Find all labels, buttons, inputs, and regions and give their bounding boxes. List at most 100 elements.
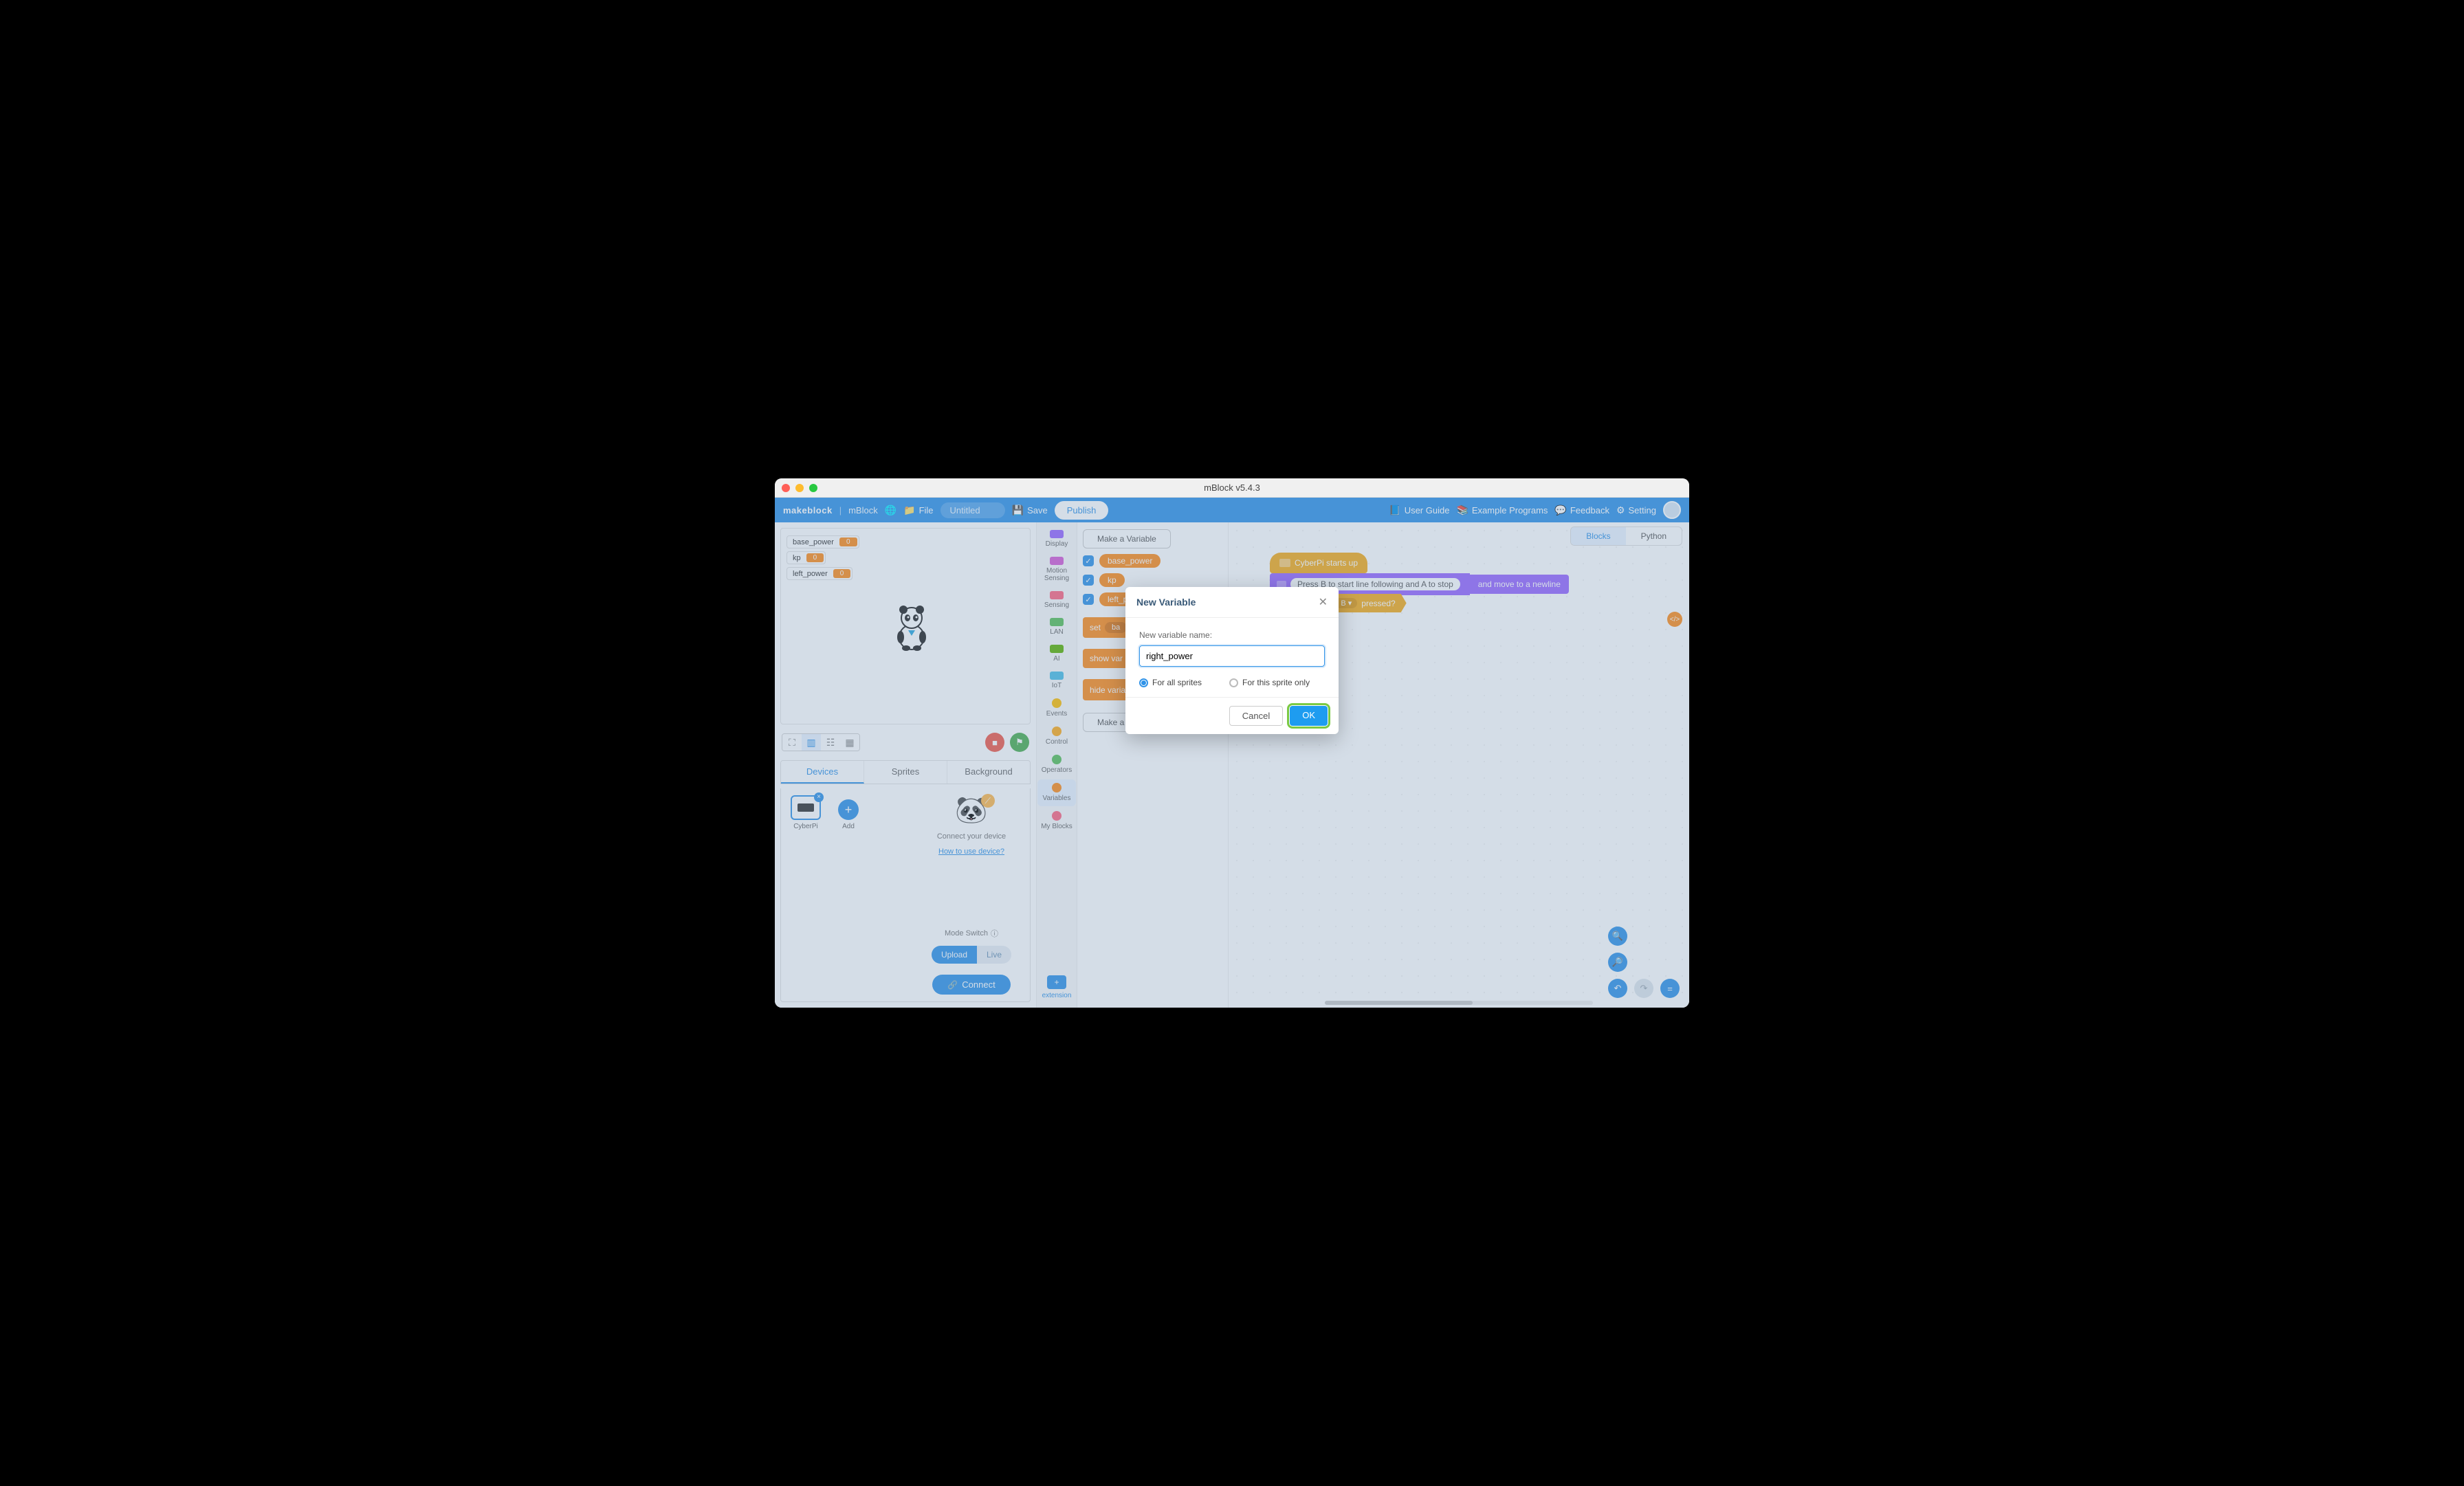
user-guide-link[interactable]: User Guide [1389,504,1449,516]
gear-icon [1616,504,1625,516]
tab-sprites[interactable]: Sprites [864,761,947,784]
category-label: Events [1037,710,1076,718]
var-monitor-left-power[interactable]: left_power 0 [786,567,852,580]
file-label: File [919,505,934,515]
var-monitor-base-power[interactable]: base_power 0 [786,535,859,548]
category-motion-sensing[interactable]: Motion Sensing [1037,553,1076,586]
var-name: left_power [793,570,828,578]
unlink-badge-icon: ⟋ [981,794,995,808]
device-card-cyberpi[interactable]: × CyberPi [788,795,824,995]
var-reporter[interactable]: base_power [1099,554,1160,568]
tab-devices[interactable]: Devices [781,761,864,784]
device-illustration: 🐼⟋ [955,795,987,825]
stage-view-small[interactable]: ▥ [802,734,821,751]
category-events[interactable]: Events [1037,695,1076,722]
extension-label: extension [1042,992,1072,999]
category-iot[interactable]: IoT [1037,668,1076,694]
brand-logo: makeblock [783,505,833,515]
zoom-in-button[interactable]: 🔍 [1608,927,1627,946]
checkbox-icon[interactable]: ✓ [1083,594,1094,605]
var-monitor-kp[interactable]: kp 0 [786,551,826,564]
examples-label: Example Programs [1472,505,1548,515]
project-title-input[interactable]: Untitled [940,502,1005,518]
block-slot[interactable]: ba [1105,622,1127,633]
green-flag-button[interactable]: ⚑ [1010,733,1029,752]
category-ai[interactable]: AI [1037,641,1076,667]
category-color-icon [1050,591,1064,599]
undo-button[interactable]: ↶ [1608,979,1627,998]
device-add-label: Add [830,823,866,830]
tab-background[interactable]: Background [947,761,1030,784]
radio-all-sprites[interactable]: For all sprites [1139,678,1202,687]
device-remove-icon[interactable]: × [814,792,824,802]
radio-icon [1139,678,1148,687]
tab-blocks[interactable]: Blocks [1571,527,1625,545]
product-name: mBlock [848,505,878,515]
category-label: Control [1037,738,1076,746]
settings-link[interactable]: Setting [1616,504,1656,516]
scrollbar-thumb[interactable] [1325,1001,1473,1005]
mode-live[interactable]: Live [977,946,1011,964]
make-variable-button[interactable]: Make a Variable [1083,529,1171,548]
tab-python[interactable]: Python [1626,527,1682,545]
code-toggle-button[interactable]: </> [1667,612,1682,627]
zoom-reset-button[interactable]: = [1660,979,1680,998]
category-label: Variables [1037,795,1076,802]
stage-sprite-panda[interactable] [891,604,932,652]
device-add-button[interactable]: + Add [830,795,866,995]
stage-view-grid[interactable]: ▦ [840,734,859,751]
category-sensing[interactable]: Sensing [1037,588,1076,613]
category-color-icon [1052,727,1062,736]
user-guide-label: User Guide [1405,505,1450,515]
plus-icon: + [1047,975,1066,989]
category-label: Display [1037,540,1076,548]
block-dropdown[interactable]: B ▾ [1335,598,1357,608]
window-title: mBlock v5.4.3 [775,483,1689,493]
dialog-close-button[interactable]: ✕ [1319,595,1328,609]
save-button[interactable]: Save [1012,504,1048,516]
var-reporter[interactable]: kp [1099,573,1125,587]
category-my-blocks[interactable]: My Blocks [1037,808,1076,834]
category-label: IoT [1037,682,1076,689]
folder-icon [903,504,915,516]
connect-heading: Connect your device [937,832,1006,841]
extension-button[interactable]: + extension [1042,971,1072,1003]
block-label: and move to a newline [1470,575,1569,594]
category-color-icon [1050,618,1064,626]
examples-link[interactable]: Example Programs [1456,504,1548,516]
canvas-scrollbar[interactable] [1325,1001,1593,1005]
cancel-button[interactable]: Cancel [1229,706,1283,726]
category-operators[interactable]: Operators [1037,751,1076,778]
category-color-icon [1050,530,1064,538]
category-variables[interactable]: Variables [1037,779,1076,806]
publish-button[interactable]: Publish [1055,501,1109,520]
category-rail: Display Motion SensingSensingLANAI IoT Even… [1036,522,1077,1008]
language-icon[interactable] [885,504,896,516]
var-name: base_power [793,538,834,546]
redo-button[interactable]: ↷ [1634,979,1653,998]
feedback-link[interactable]: Feedback [1554,504,1609,516]
category-control[interactable]: Control [1037,723,1076,750]
checkbox-icon[interactable]: ✓ [1083,575,1094,586]
file-menu[interactable]: File [903,504,933,516]
stage-fullscreen-button[interactable]: ⛶ [782,734,802,751]
field-label: New variable name: [1139,630,1325,640]
block-hat-startup[interactable]: CyberPi starts up [1270,553,1367,573]
checkbox-icon[interactable]: ✓ [1083,555,1094,566]
mode-upload[interactable]: Upload [932,946,977,964]
zoom-out-button[interactable]: 🔎 [1608,953,1627,972]
block-show-variable[interactable]: show var [1083,649,1130,668]
howto-link[interactable]: How to use device? [938,847,1004,856]
palette-var-kp[interactable]: ✓ kp [1083,573,1222,587]
books-icon [1456,504,1468,516]
connect-button[interactable]: Connect [932,975,1010,995]
ok-button[interactable]: OK [1290,706,1328,726]
variable-name-input[interactable] [1139,645,1325,667]
stage-view-list[interactable]: ☷ [821,734,840,751]
account-avatar[interactable] [1663,501,1681,519]
category-display[interactable]: Display [1037,526,1076,552]
palette-var-base-power[interactable]: ✓ base_power [1083,554,1222,568]
category-lan[interactable]: LAN [1037,614,1076,640]
radio-this-sprite[interactable]: For this sprite only [1229,678,1310,687]
stop-button[interactable]: ■ [985,733,1004,752]
